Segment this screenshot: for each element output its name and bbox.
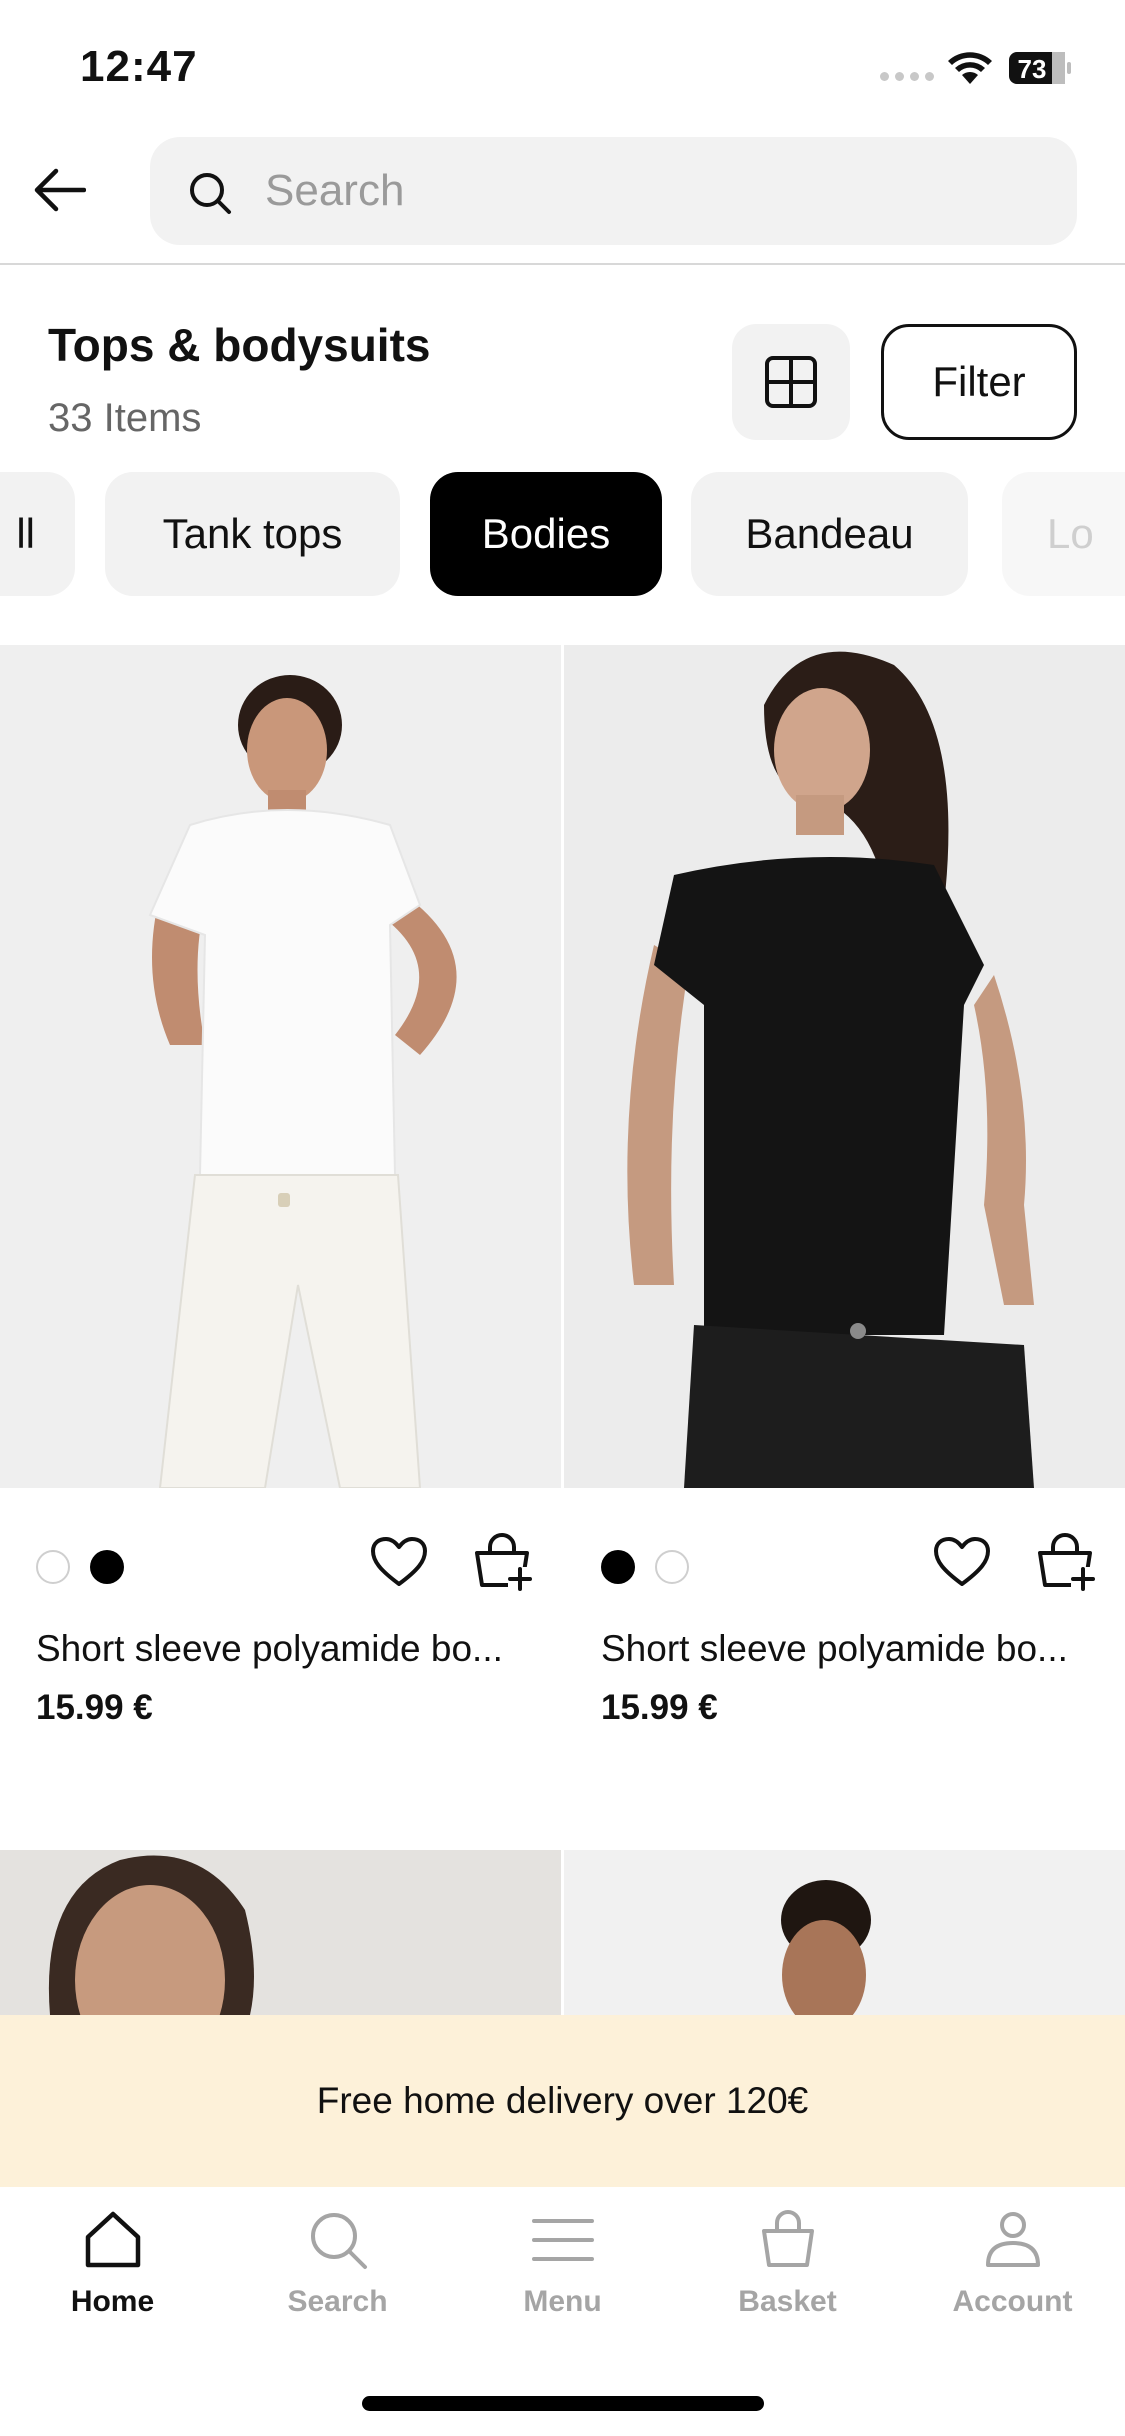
- basket-add-icon: [475, 1533, 532, 1591]
- heart-icon: [934, 1537, 990, 1586]
- chip-tank-tops[interactable]: Tank tops: [105, 472, 400, 596]
- home-icon: [85, 2211, 140, 2268]
- basket-icon: [761, 2210, 814, 2267]
- status-time: 12:47: [80, 42, 198, 91]
- wishlist-button[interactable]: [930, 1530, 994, 1594]
- home-indicator[interactable]: [362, 2396, 764, 2411]
- product-image-3[interactable]: [0, 1850, 561, 2015]
- battery-level: 73: [1018, 54, 1047, 84]
- menu-icon: [531, 2219, 594, 2261]
- tab-account[interactable]: Account: [900, 2207, 1125, 2337]
- product-name[interactable]: Short sleeve polyamide bo...: [601, 1628, 1068, 1670]
- tab-home[interactable]: Home: [0, 2207, 225, 2337]
- item-count: 33 Items: [48, 396, 202, 440]
- tab-label: Home: [70, 2285, 155, 2318]
- page-title: Tops & bodysuits: [48, 319, 431, 371]
- search-input[interactable]: [265, 157, 1025, 225]
- tab-basket[interactable]: Basket: [675, 2207, 900, 2337]
- product-name[interactable]: Short sleeve polyamide bo...: [36, 1628, 503, 1670]
- chip-bandeau[interactable]: Bandeau: [691, 472, 968, 596]
- grid-view-toggle[interactable]: [732, 324, 850, 440]
- product-image-1[interactable]: [0, 645, 561, 1488]
- account-icon: [985, 2212, 1040, 2267]
- model-black-bodysuit-image: [564, 645, 1125, 1488]
- promo-banner[interactable]: Free home delivery over 120€: [0, 2015, 1125, 2187]
- subcategory-chips: ll Tank tops Bodies Bandeau Lo: [0, 470, 1125, 598]
- search-icon: [310, 2213, 367, 2269]
- tab-label: Menu: [523, 2285, 602, 2318]
- filter-button[interactable]: Filter: [881, 324, 1077, 440]
- chip-more[interactable]: Lo: [1002, 472, 1125, 596]
- model-image: [0, 1850, 561, 2015]
- heart-icon: [371, 1537, 427, 1586]
- tab-menu[interactable]: Menu: [450, 2207, 675, 2337]
- tab-label: Search: [287, 2285, 388, 2318]
- battery-icon: 73: [1009, 52, 1071, 84]
- color-swatch-black[interactable]: [601, 1550, 635, 1584]
- tab-label: Account: [952, 2285, 1073, 2318]
- tab-label: Basket: [738, 2285, 837, 2318]
- arrow-left-icon: [34, 168, 86, 212]
- chip-all[interactable]: ll: [0, 472, 75, 596]
- tab-search[interactable]: Search: [225, 2207, 450, 2337]
- search-bar[interactable]: [150, 137, 1077, 245]
- product-image-2[interactable]: [564, 645, 1125, 1488]
- search-icon: [190, 173, 231, 214]
- add-to-basket-button[interactable]: [1033, 1530, 1097, 1594]
- color-swatch-white[interactable]: [655, 1550, 689, 1584]
- wishlist-button[interactable]: [367, 1530, 431, 1594]
- color-swatch-white[interactable]: [36, 1550, 70, 1584]
- cellular-signal-icon: [880, 72, 935, 84]
- back-button[interactable]: [30, 160, 90, 220]
- product-price: 15.99 €: [601, 1688, 718, 1727]
- product-price: 15.99 €: [36, 1688, 153, 1727]
- wifi-icon: [948, 52, 992, 84]
- header: [0, 135, 1125, 265]
- chip-bodies[interactable]: Bodies: [430, 472, 662, 596]
- add-to-basket-button[interactable]: [470, 1530, 534, 1594]
- model-white-bodysuit-image: [0, 645, 561, 1488]
- color-swatch-black[interactable]: [90, 1550, 124, 1584]
- status-bar: 12:47 73: [0, 0, 1125, 135]
- product-image-4[interactable]: [564, 1850, 1125, 2015]
- basket-add-icon: [1038, 1533, 1095, 1591]
- grid-icon: [765, 356, 817, 408]
- model-image: [564, 1850, 1125, 2015]
